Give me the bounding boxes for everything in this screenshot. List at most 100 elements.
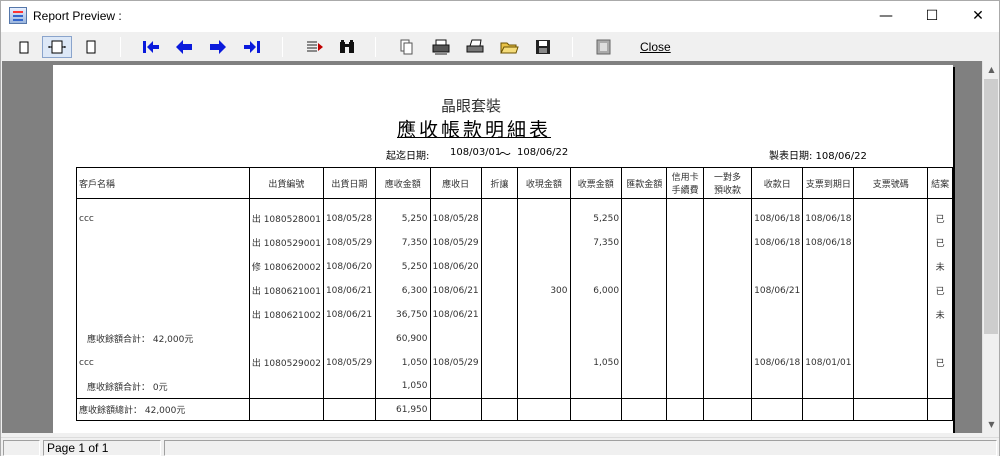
table-cell (517, 350, 571, 375)
table-cell (322, 398, 376, 421)
next-page-icon[interactable] (207, 36, 229, 58)
table-cell (517, 302, 571, 327)
date-range-separator: ～ (499, 147, 512, 161)
table-cell: 7,350 (569, 230, 622, 255)
table-cell (374, 198, 431, 207)
maximize-button[interactable]: ☐ (909, 1, 955, 32)
page-width-icon[interactable] (42, 36, 72, 58)
toolbar-separator (282, 37, 283, 57)
goto-page-icon[interactable] (303, 36, 325, 58)
table-cell (480, 198, 518, 207)
table-cell (802, 398, 854, 421)
column-header: 信用卡 手續費 (666, 167, 704, 199)
table-cell: 已 (927, 350, 953, 375)
close-button[interactable]: Close (640, 40, 671, 54)
table-row: ccc 出 1080529002 108/05/29 1,050 108/05/29 1,… (76, 350, 953, 375)
table-cell: 108/06/21 (751, 278, 803, 303)
table-row: 應收餘額合計： 0元 1,050 (76, 374, 953, 399)
table-cell (76, 302, 250, 327)
table-cell (927, 198, 953, 207)
table-cell (429, 326, 482, 351)
column-header: 客戶名稱 (76, 167, 250, 199)
previous-page-icon[interactable] (173, 36, 195, 58)
toolbar: Close (1, 32, 999, 61)
scroll-thumb[interactable] (984, 79, 998, 334)
page-indicator: Page 1 of 1 (43, 440, 161, 456)
table-cell: 108/05/29 (429, 350, 482, 375)
scroll-down-icon[interactable]: ▼ (983, 416, 1000, 433)
table-cell: 5,250 (374, 206, 431, 231)
table-cell (853, 302, 928, 327)
last-page-icon[interactable] (241, 36, 263, 58)
app-icon (9, 7, 27, 24)
column-header: 出貨編號 (248, 167, 324, 199)
table-cell: 出 1080528001 (248, 206, 324, 231)
title-bar[interactable]: Report Preview : — ☐ ✕ (1, 1, 999, 32)
table-cell (853, 206, 928, 231)
table-cell (666, 350, 704, 375)
table-cell (702, 398, 752, 421)
table-cell (248, 198, 324, 207)
date-range-from: 108/03/01 (450, 147, 502, 158)
column-header: 應收金額 (374, 167, 431, 199)
minimize-button[interactable]: — (863, 1, 909, 32)
table-cell (853, 278, 928, 303)
table-cell (429, 198, 482, 207)
save-disk-icon[interactable] (532, 36, 554, 58)
table-cell (802, 374, 854, 399)
table-cell: 61,950 (374, 398, 431, 421)
export-icon[interactable] (593, 36, 615, 58)
date-range-to: 108/06/22 (517, 147, 569, 158)
print-date: 製表日期: 108/06/22 (769, 151, 867, 162)
close-window-button[interactable]: ✕ (955, 1, 1000, 32)
full-page-icon[interactable] (80, 36, 102, 58)
table-cell (621, 206, 667, 231)
table-cell (76, 278, 250, 303)
table-cell (76, 254, 250, 279)
table-cell: 300 (517, 278, 571, 303)
table-cell (751, 254, 803, 279)
first-page-icon[interactable] (140, 36, 162, 58)
table-cell (802, 254, 854, 279)
table-cell (802, 198, 854, 207)
table-cell: 5,250 (569, 206, 622, 231)
table-cell: 出 1080529002 (248, 350, 324, 375)
table-cell (702, 278, 752, 303)
table-cell: 36,750 (374, 302, 431, 327)
print-icon[interactable] (464, 36, 486, 58)
one-page-icon[interactable] (13, 36, 35, 58)
company-name: 晶眼套裝 (441, 97, 502, 115)
table-cell (569, 198, 622, 207)
find-binoculars-icon[interactable] (336, 36, 358, 58)
table-cell (751, 398, 803, 421)
table-cell (621, 198, 667, 207)
table-cell (480, 278, 518, 303)
preview-viewport[interactable]: 晶眼套裝 應收帳款明細表 起迄日期: 108/03/01 ～ 108/06/22… (2, 61, 982, 433)
open-folder-icon[interactable] (498, 36, 520, 58)
table-cell (927, 326, 953, 351)
table-cell: 108/05/29 (322, 350, 376, 375)
table-cell (569, 254, 622, 279)
scroll-up-icon[interactable]: ▲ (983, 61, 1000, 78)
column-header: 收款日 (751, 167, 803, 199)
table-row: 應收餘額合計： 42,000元 60,900 (76, 326, 953, 351)
column-header: 匯款金額 (621, 167, 667, 199)
status-bar: Page 1 of 1 (1, 437, 999, 456)
copy-page-icon[interactable] (396, 36, 418, 58)
table-cell (666, 302, 704, 327)
table-cell (666, 398, 704, 421)
table-cell (76, 230, 250, 255)
table-cell (702, 206, 752, 231)
table-row: 出 1080621001 108/06/21 6,300 108/06/21 300 6,… (76, 278, 953, 303)
vertical-scrollbar[interactable]: ▲ ▼ (982, 61, 999, 433)
table-cell (927, 398, 953, 421)
window-title: Report Preview : (33, 9, 122, 23)
column-header: 收現金額 (517, 167, 571, 199)
column-header: 一對多 預收款 (702, 167, 752, 199)
column-header: 應收日 (429, 167, 482, 199)
column-header: 出貨日期 (322, 167, 376, 199)
column-header: 支票號碼 (853, 167, 928, 199)
print-setup-icon[interactable] (430, 36, 452, 58)
table-cell: 108/06/21 (429, 302, 482, 327)
table-cell (569, 326, 622, 351)
